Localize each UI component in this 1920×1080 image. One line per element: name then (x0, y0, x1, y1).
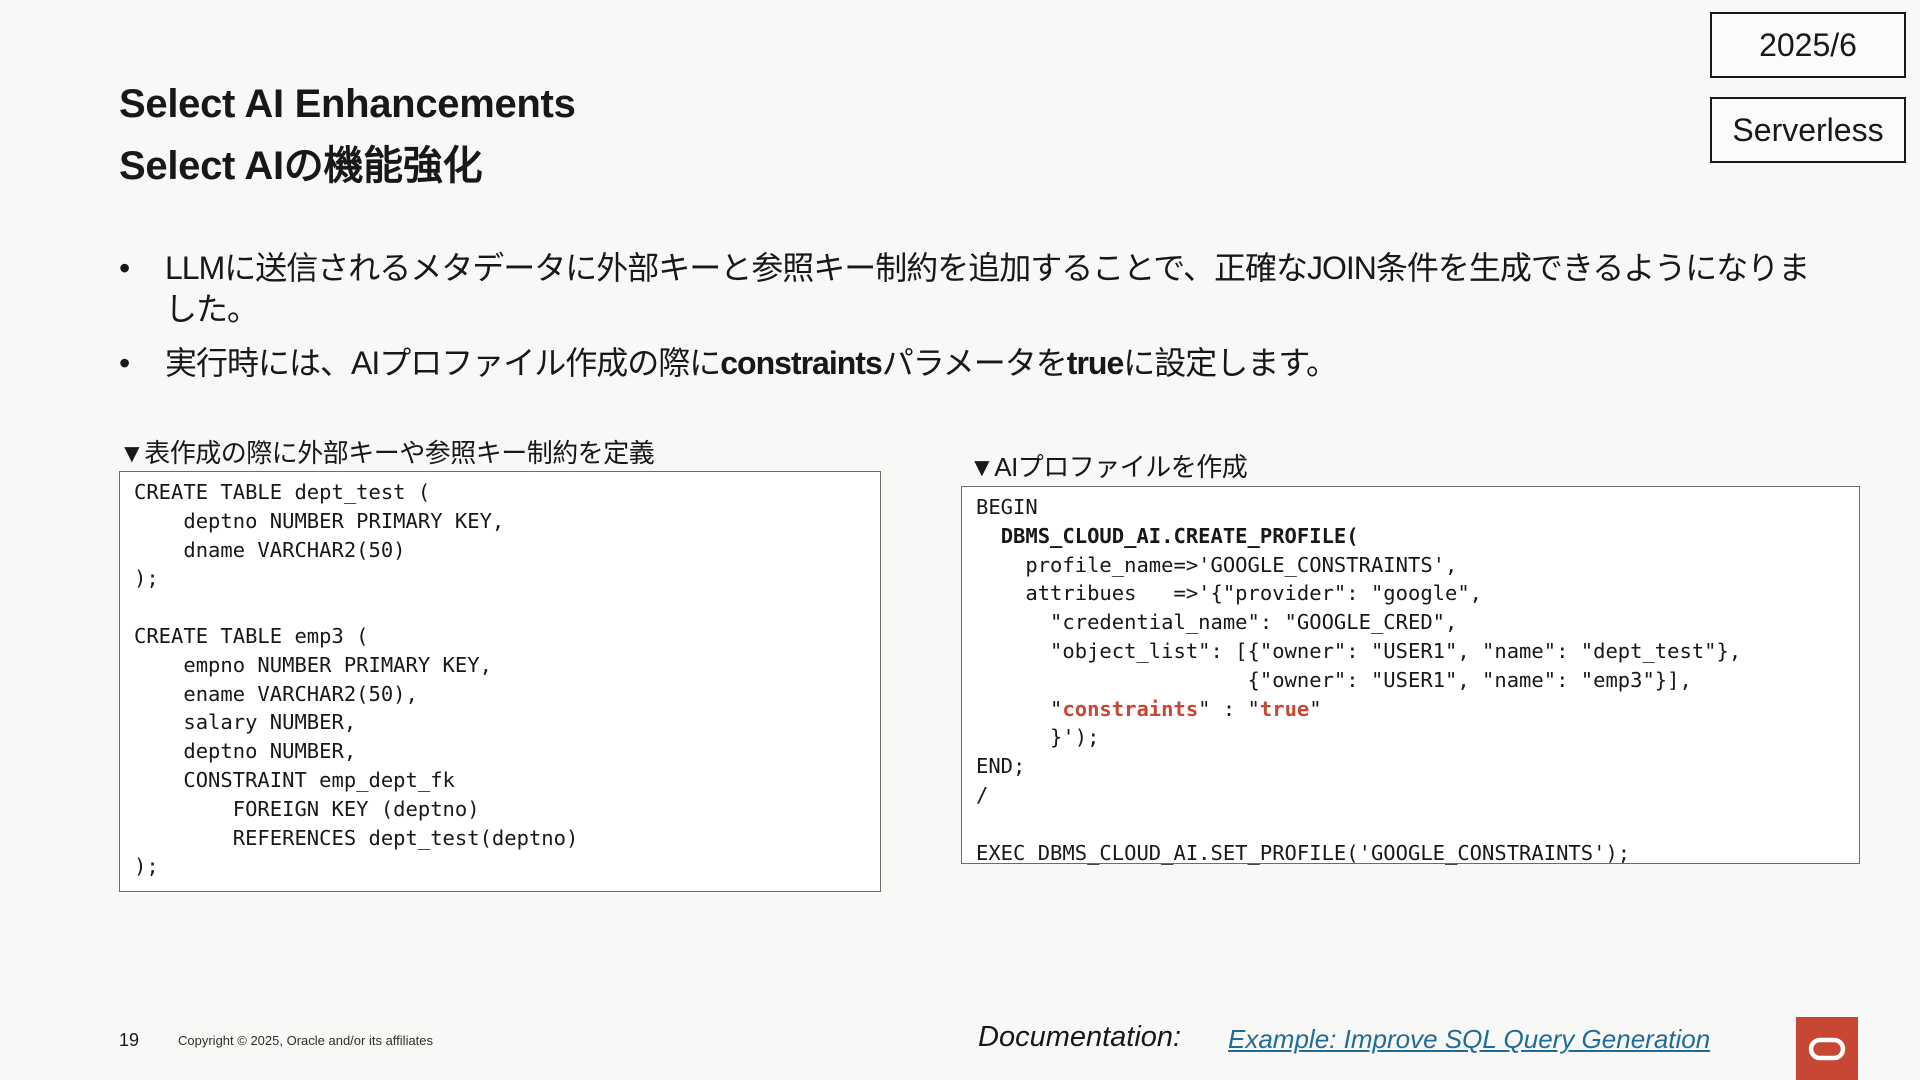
environment-tag: Serverless (1710, 97, 1906, 163)
bullet-keyword-constraints: constraints (720, 345, 882, 381)
code-line: {"owner": "USER1", "name": "emp3"}], (976, 667, 1692, 692)
date-tag-label: 2025/6 (1759, 26, 1857, 63)
bullet-list: • LLMに送信されるメタデータに外部キーと参照キー制約を追加することで、正確な… (119, 248, 1819, 397)
date-tag: 2025/6 (1710, 12, 1906, 78)
code-line: CONSTRAINT emp_dept_fk (134, 767, 455, 792)
title-japanese: Select AIの機能強化 (119, 144, 483, 188)
code-line: deptno NUMBER, (134, 739, 357, 764)
code-line: }'); (976, 725, 1100, 750)
code-line: ); (134, 854, 159, 879)
code-line: profile_name=>'GOOGLE_CONSTRAINTS', (976, 552, 1458, 577)
code-line: " (976, 696, 1063, 721)
code-line: deptno NUMBER PRIMARY KEY, (134, 508, 505, 533)
environment-tag-label: Serverless (1732, 111, 1884, 148)
caption-table-definition: ▼表作成の際に外部キーや参照キー制約を定義 (119, 438, 655, 468)
code-line: FOREIGN KEY (deptno) (134, 796, 480, 821)
code-line: / (976, 782, 989, 807)
code-highlight-constraints: constraints (1062, 696, 1199, 721)
code-line: ename VARCHAR2(50), (134, 681, 418, 706)
documentation-link[interactable]: Example: Improve SQL Query Generation (1228, 1024, 1710, 1055)
bullet-item-2: • 実行時には、AIプロファイル作成の際にconstraintsパラメータをtr… (119, 343, 1819, 384)
code-create-profile: BEGIN DBMS_CLOUD_AI.CREATE_PROFILE( prof… (976, 493, 1859, 867)
code-block-create-profile: BEGIN DBMS_CLOUD_AI.CREATE_PROFILE( prof… (961, 486, 1860, 867)
oracle-logo-mark (1808, 1037, 1846, 1060)
bullet-text-2c: に設定します。 (1123, 345, 1338, 381)
code-highlight-true: true (1259, 696, 1310, 721)
bullet-dot: • (119, 250, 130, 286)
code-block-create-tables: CREATE TABLE dept_test ( deptno NUMBER P… (119, 471, 881, 892)
code-line: attribues =>'{"provider": "google", (976, 581, 1483, 606)
code-line: CREATE TABLE emp3 ( (134, 623, 369, 648)
code-line: END; (976, 754, 1026, 779)
code-line: " (1309, 696, 1322, 721)
bullet-text-2b: パラメータを (881, 345, 1068, 381)
page-number: 19 (119, 1030, 140, 1050)
code-line: EXEC DBMS_CLOUD_AI.SET_PROFILE('GOOGLE_C… (976, 840, 1631, 865)
code-line: salary NUMBER, (134, 710, 357, 735)
code-line: BEGIN (976, 495, 1038, 519)
code-line: REFERENCES dept_test(deptno) (134, 825, 579, 850)
code-line: empno NUMBER PRIMARY KEY, (134, 652, 492, 677)
code-line: "object_list": [{"owner": "USER1", "name… (976, 638, 1742, 663)
code-line: dname VARCHAR2(50) (134, 537, 406, 562)
code-line: " : " (1198, 696, 1260, 721)
documentation-label: Documentation: (978, 1021, 1182, 1053)
bullet-text-1: LLMに送信されるメタデータに外部キーと参照キー制約を追加することで、正確なJO… (165, 250, 1810, 327)
copyright-notice: Copyright © 2025, Oracle and/or its affi… (178, 1033, 434, 1048)
bullet-dot: • (119, 345, 130, 381)
code-create-tables: CREATE TABLE dept_test ( deptno NUMBER P… (134, 478, 880, 881)
code-line: CREATE TABLE dept_test ( (134, 480, 431, 504)
bullet-item-1: • LLMに送信されるメタデータに外部キーと参照キー制約を追加することで、正確な… (119, 248, 1819, 330)
title-english: Select AI Enhancements (119, 82, 576, 126)
code-line: ); (134, 566, 159, 591)
caption-create-profile: ▼AIプロファイルを作成 (969, 452, 1248, 482)
code-function-create-profile: DBMS_CLOUD_AI.CREATE_PROFILE( (1000, 523, 1359, 548)
code-line: "credential_name": "GOOGLE_CRED", (976, 610, 1458, 635)
oracle-logo-icon (1796, 1017, 1858, 1080)
bullet-text-2a: 実行時には、AIプロファイル作成の際に (165, 345, 721, 381)
bullet-keyword-true: true (1066, 345, 1124, 381)
